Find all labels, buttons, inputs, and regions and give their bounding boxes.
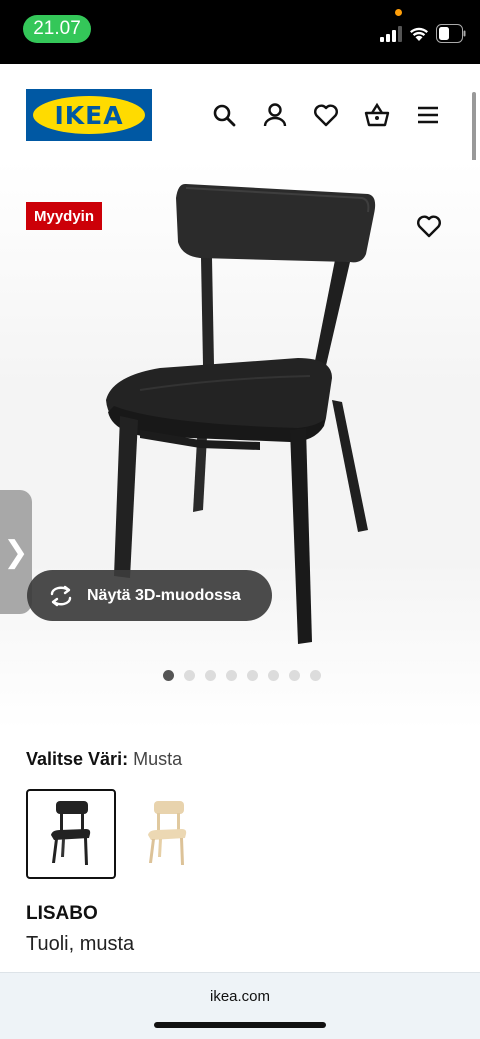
battery-icon: [436, 24, 466, 43]
product-description: Tuoli, musta: [26, 933, 135, 955]
bestseller-badge: Myydyin: [26, 202, 103, 230]
carousel-dot[interactable]: [226, 670, 237, 681]
logo-text: IKEA: [54, 100, 124, 130]
color-selector-label: Valitse Väri: Musta: [26, 749, 182, 770]
carousel-dot[interactable]: [268, 670, 279, 681]
carousel-dot[interactable]: [184, 670, 195, 681]
basket-icon[interactable]: [363, 101, 391, 129]
wifi-icon: [410, 27, 428, 41]
color-swatch-black[interactable]: [26, 789, 116, 879]
heart-icon: [417, 215, 441, 238]
product-name: LISABO: [26, 903, 98, 924]
view-in-3d-button[interactable]: Näytä 3D-muodossa: [27, 570, 272, 621]
add-to-favourites-button[interactable]: [414, 212, 444, 240]
carousel-dot[interactable]: [310, 670, 321, 681]
carousel-dot[interactable]: [205, 670, 216, 681]
carousel-dot[interactable]: [163, 670, 174, 681]
user-icon[interactable]: [261, 101, 289, 129]
color-value: Musta: [133, 749, 183, 769]
home-indicator[interactable]: [154, 1022, 326, 1028]
menu-icon[interactable]: [414, 101, 442, 129]
image-carousel-dots[interactable]: [163, 670, 321, 681]
status-time: 21.07: [23, 15, 91, 43]
color-swatch-birch[interactable]: [122, 789, 212, 879]
rotate-3d-icon: [50, 585, 72, 606]
ikea-logo[interactable]: IKEA: [26, 89, 152, 141]
carousel-dot[interactable]: [247, 670, 258, 681]
view-in-3d-label: Näytä 3D-muodossa: [87, 586, 241, 604]
browser-address-bar[interactable]: [0, 972, 480, 1039]
chevron-right-icon: ❯: [3, 535, 29, 569]
camera-indicator-icon: [395, 9, 402, 16]
status-bar: 21.07: [0, 0, 480, 64]
search-icon[interactable]: [210, 101, 238, 129]
carousel-dot[interactable]: [289, 670, 300, 681]
color-label: Valitse Väri:: [26, 749, 129, 769]
browser-url[interactable]: ikea.com: [0, 988, 480, 1005]
heart-icon[interactable]: [312, 101, 340, 129]
signal-icon: [380, 26, 402, 42]
